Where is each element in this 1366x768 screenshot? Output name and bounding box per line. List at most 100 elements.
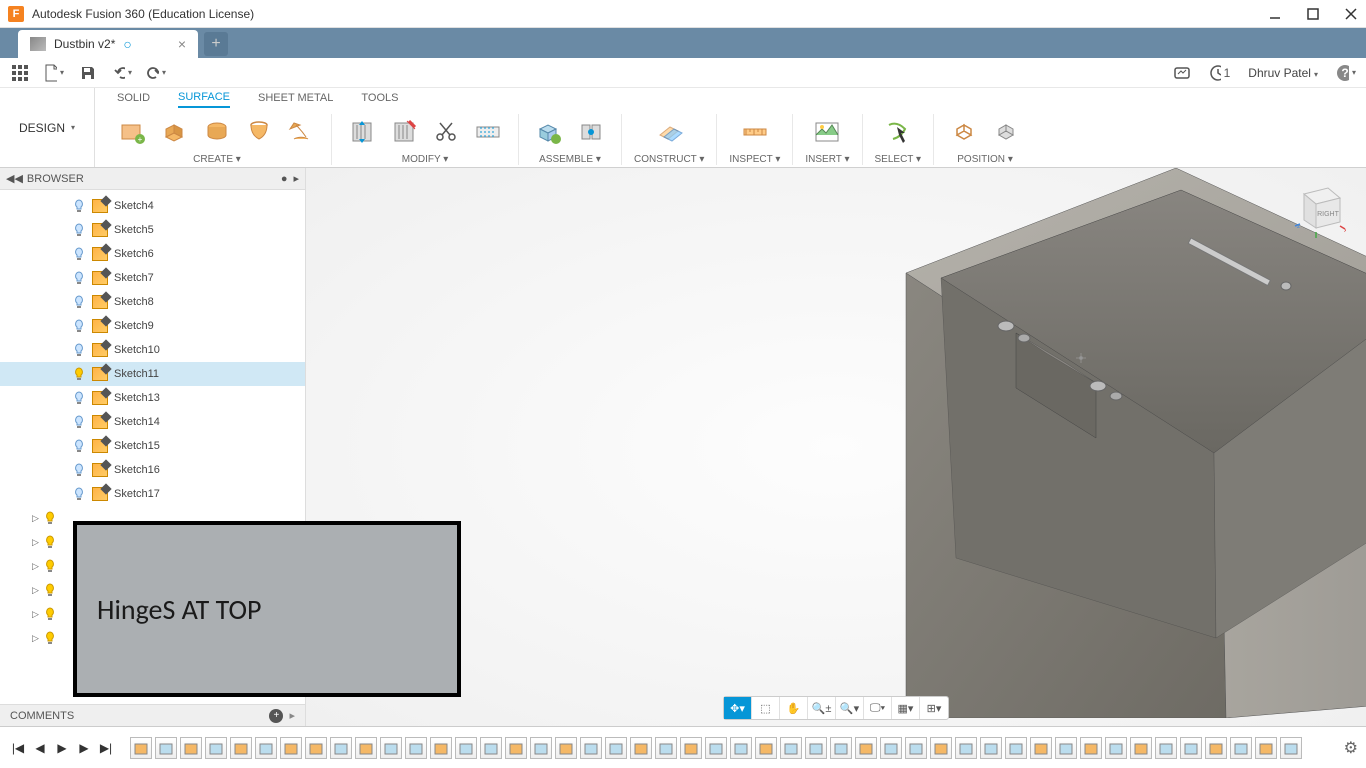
timeline-feature[interactable] — [405, 737, 427, 759]
timeline-feature[interactable] — [205, 737, 227, 759]
job-status-button[interactable]: 1 — [1210, 63, 1230, 83]
display-settings-button[interactable]: 🖵▾ — [864, 697, 892, 719]
timeline-feature[interactable] — [1055, 737, 1077, 759]
file-menu-button[interactable]: ▾ — [44, 63, 64, 83]
create-dropdown[interactable]: CREATE ▾ — [193, 154, 241, 165]
visibility-toggle-icon[interactable] — [72, 223, 86, 237]
visibility-toggle-icon[interactable] — [43, 511, 57, 525]
visibility-toggle-icon[interactable] — [72, 247, 86, 261]
assemble-dropdown[interactable]: ASSEMBLE ▾ — [539, 154, 601, 165]
position-button[interactable] — [946, 114, 982, 150]
timeline-feature[interactable] — [130, 737, 152, 759]
new-component-button[interactable] — [531, 114, 567, 150]
modify-dropdown[interactable]: MODIFY ▾ — [402, 154, 449, 165]
tree-item-sketch[interactable]: Sketch14 — [0, 410, 305, 434]
timeline-feature[interactable] — [430, 737, 452, 759]
timeline-feature[interactable] — [230, 737, 252, 759]
timeline-next-button[interactable]: ▶ — [74, 738, 94, 758]
timeline-feature[interactable] — [480, 737, 502, 759]
expand-arrow-icon[interactable]: ▷ — [32, 537, 39, 548]
timeline-feature[interactable] — [155, 737, 177, 759]
close-tab-button[interactable]: × — [178, 36, 186, 52]
timeline-feature[interactable] — [1105, 737, 1127, 759]
timeline-feature[interactable] — [830, 737, 852, 759]
timeline-feature[interactable] — [955, 737, 977, 759]
timeline-end-button[interactable]: ▶| — [96, 738, 116, 758]
visibility-toggle-icon[interactable] — [72, 199, 86, 213]
expand-arrow-icon[interactable]: ▷ — [32, 513, 39, 524]
expand-arrow-icon[interactable]: ▷ — [32, 633, 39, 644]
timeline-feature[interactable] — [280, 737, 302, 759]
window-close-button[interactable] — [1344, 7, 1358, 21]
timeline-feature[interactable] — [755, 737, 777, 759]
browser-settings-button[interactable]: ● — [281, 173, 288, 185]
timeline-feature[interactable] — [655, 737, 677, 759]
press-pull-button[interactable] — [344, 114, 380, 150]
timeline-feature[interactable] — [880, 737, 902, 759]
expand-arrow-icon[interactable]: ▷ — [32, 585, 39, 596]
visibility-toggle-icon[interactable] — [72, 391, 86, 405]
undo-button[interactable]: ▾ — [112, 63, 132, 83]
visibility-toggle-icon[interactable] — [43, 559, 57, 573]
timeline-feature[interactable] — [455, 737, 477, 759]
timeline-feature[interactable] — [905, 737, 927, 759]
timeline-feature[interactable] — [605, 737, 627, 759]
timeline-feature[interactable] — [980, 737, 1002, 759]
tab-surface[interactable]: SURFACE — [178, 91, 230, 108]
timeline-feature[interactable] — [330, 737, 352, 759]
tree-item-sketch[interactable]: Sketch5 — [0, 218, 305, 242]
tab-sheet-metal[interactable]: SHEET METAL — [258, 92, 333, 107]
timeline-feature[interactable] — [730, 737, 752, 759]
tree-item-sketch[interactable]: Sketch13 — [0, 386, 305, 410]
select-button[interactable] — [880, 114, 916, 150]
tree-item-sketch[interactable]: Sketch17 — [0, 482, 305, 506]
visibility-toggle-icon[interactable] — [72, 271, 86, 285]
visibility-toggle-icon[interactable] — [72, 487, 86, 501]
timeline-feature[interactable] — [255, 737, 277, 759]
timeline-feature[interactable] — [180, 737, 202, 759]
visibility-toggle-icon[interactable] — [72, 367, 86, 381]
timeline-feature[interactable] — [1205, 737, 1227, 759]
window-minimize-button[interactable] — [1268, 7, 1282, 21]
timeline-feature[interactable] — [505, 737, 527, 759]
comments-bar[interactable]: COMMENTS + ▸ — [0, 704, 305, 726]
timeline-play-button[interactable]: ▶ — [52, 738, 72, 758]
tree-item-sketch[interactable]: Sketch16 — [0, 458, 305, 482]
timeline-feature[interactable] — [630, 737, 652, 759]
insert-dropdown[interactable]: INSERT ▾ — [805, 154, 849, 165]
tree-item-sketch[interactable]: Sketch10 — [0, 338, 305, 362]
loft-button[interactable] — [283, 114, 319, 150]
visibility-toggle-icon[interactable] — [72, 343, 86, 357]
visibility-toggle-icon[interactable] — [72, 415, 86, 429]
tree-item-sketch[interactable]: Sketch7 — [0, 266, 305, 290]
tab-tools[interactable]: TOOLS — [361, 92, 398, 107]
timeline-feature[interactable] — [1005, 737, 1027, 759]
user-menu[interactable]: Dhruv Patel▾ — [1248, 66, 1318, 80]
position-capture-button[interactable] — [988, 114, 1024, 150]
tab-solid[interactable]: SOLID — [117, 92, 150, 107]
add-comment-button[interactable]: + — [269, 709, 283, 723]
trim-button[interactable] — [428, 114, 464, 150]
visibility-toggle-icon[interactable] — [72, 439, 86, 453]
timeline-feature[interactable] — [355, 737, 377, 759]
timeline-feature[interactable] — [580, 737, 602, 759]
timeline-feature[interactable] — [380, 737, 402, 759]
orbit-button[interactable]: ✥▾ — [724, 697, 752, 719]
timeline-feature[interactable] — [780, 737, 802, 759]
browser-expand-icon[interactable]: ▸ — [293, 172, 299, 185]
fillet-button[interactable] — [386, 114, 422, 150]
construct-dropdown[interactable]: CONSTRUCT ▾ — [634, 154, 704, 165]
insert-decal-button[interactable] — [809, 114, 845, 150]
tree-item-sketch[interactable]: Sketch9 — [0, 314, 305, 338]
timeline-feature[interactable] — [1130, 737, 1152, 759]
timeline-feature[interactable] — [305, 737, 327, 759]
timeline-feature[interactable] — [530, 737, 552, 759]
extrude-button[interactable] — [157, 114, 193, 150]
visibility-toggle-icon[interactable] — [72, 319, 86, 333]
viewport-layout-button[interactable]: ⊞▾ — [920, 697, 948, 719]
sweep-button[interactable] — [241, 114, 277, 150]
timeline-feature[interactable] — [1230, 737, 1252, 759]
visibility-toggle-icon[interactable] — [72, 463, 86, 477]
data-panel-button[interactable] — [10, 63, 30, 83]
notifications-button[interactable] — [1172, 63, 1192, 83]
